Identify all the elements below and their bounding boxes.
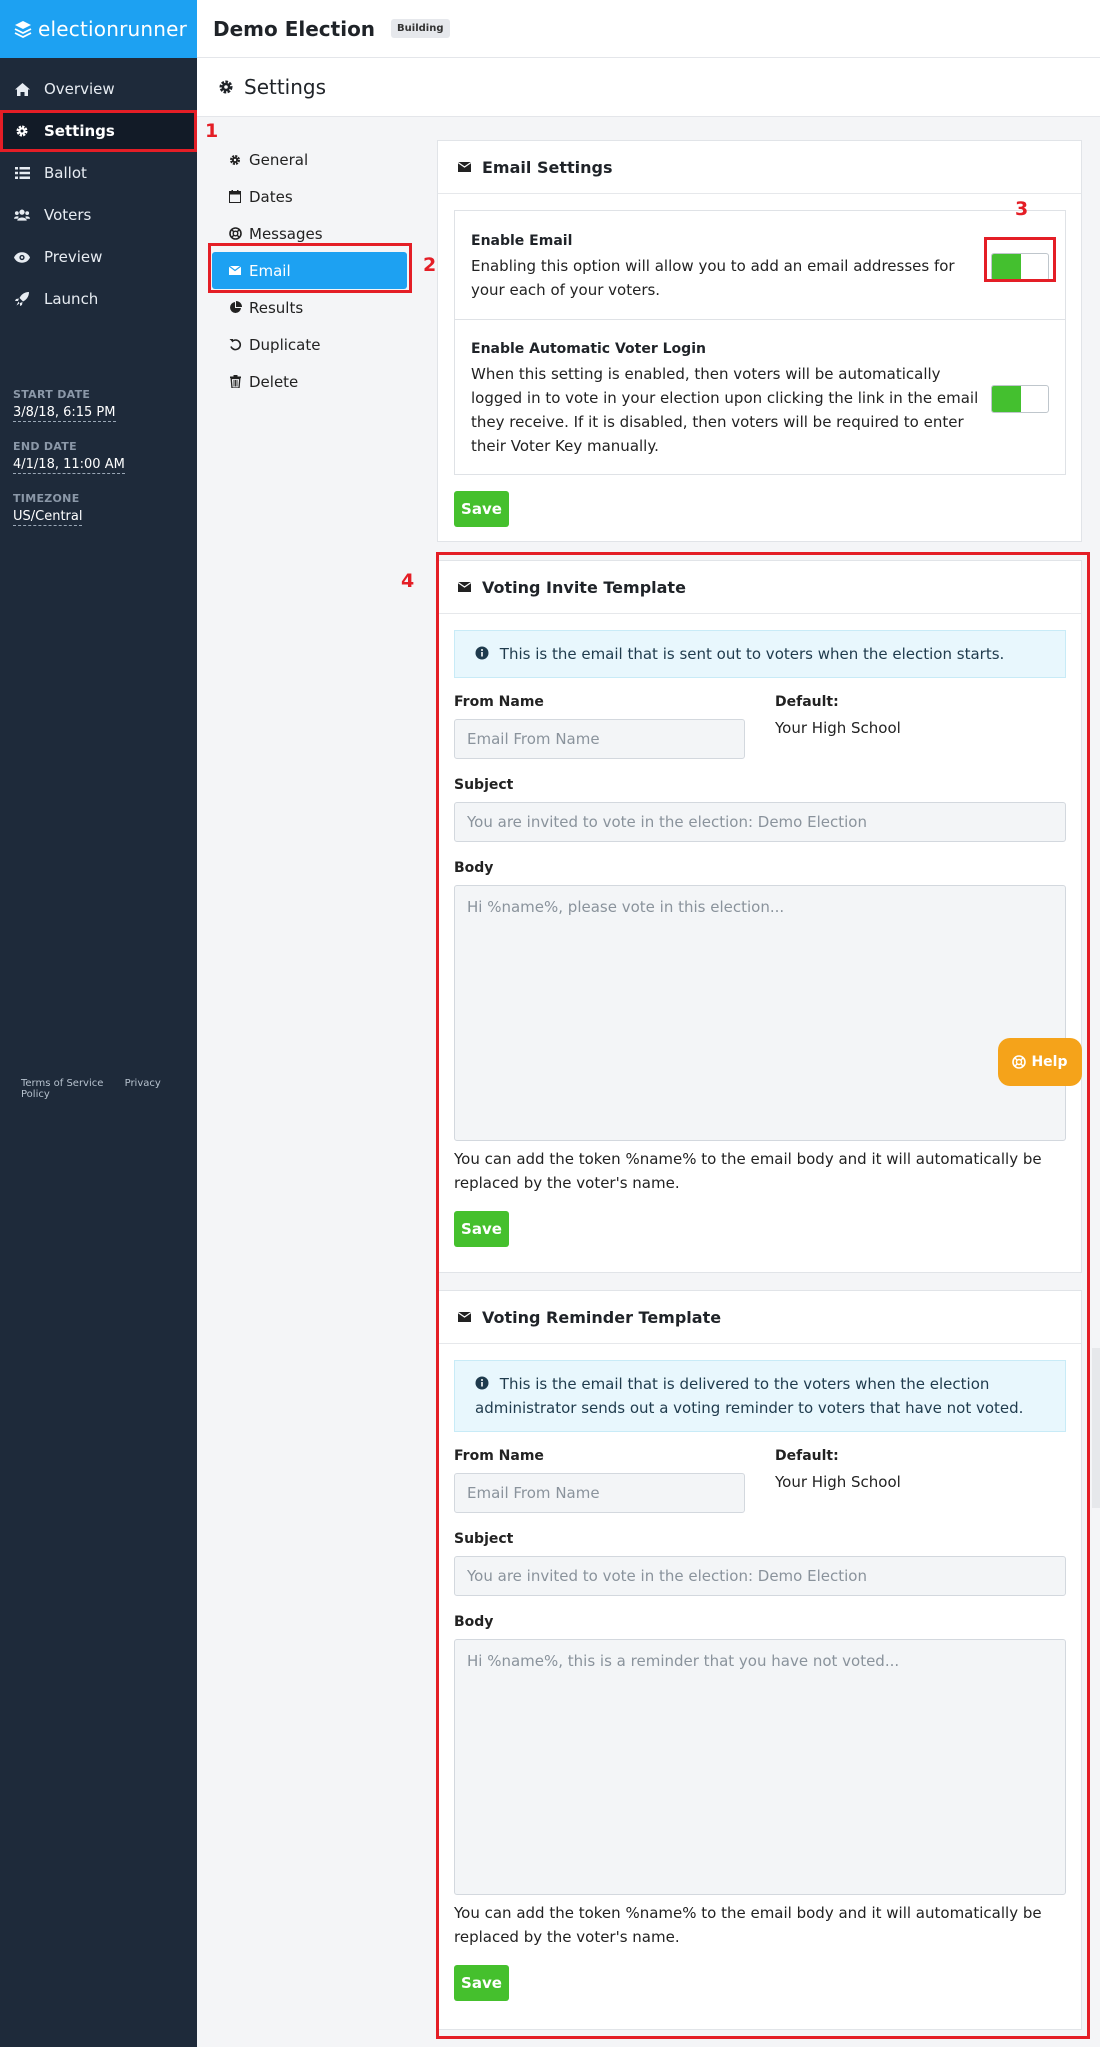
- scrollbar[interactable]: [1092, 1348, 1100, 1508]
- timezone-label: TIMEZONE: [13, 492, 80, 505]
- sidebar-item-label: Ballot: [44, 164, 87, 182]
- toggle-description: When this setting is enabled, then voter…: [471, 364, 979, 455]
- brand-logo[interactable]: electionrunner: [0, 0, 197, 58]
- tab-label: General: [249, 150, 309, 169]
- tab-label: Duplicate: [249, 335, 321, 354]
- tab-results[interactable]: Results: [212, 289, 407, 326]
- sidebar-item-preview[interactable]: Preview: [0, 236, 197, 278]
- election-title: Demo Election: [213, 16, 376, 41]
- calendar-icon: [228, 190, 242, 204]
- annotation-box-2: [208, 243, 412, 293]
- toggle-list: Enable Email Enabling this option will a…: [454, 210, 1066, 475]
- tab-label: Messages: [249, 224, 323, 243]
- toggle-text: Enable Email Enabling this option will a…: [471, 233, 986, 302]
- tab-general[interactable]: General: [212, 141, 407, 178]
- users-icon: [14, 207, 30, 223]
- gear-icon: [218, 79, 234, 95]
- pie-chart-icon: [228, 301, 242, 315]
- toggle-title: Enable Automatic Voter Login: [471, 340, 706, 357]
- end-date: END DATE 4/1/18, 11:00 AM: [13, 440, 197, 474]
- home-icon: [14, 81, 30, 97]
- timezone: TIMEZONE US/Central: [13, 492, 197, 526]
- sidebar-item-label: Voters: [44, 206, 92, 224]
- legal-links: Terms of Service Privacy Policy: [21, 1078, 197, 1100]
- auto-login-row: Enable Automatic Voter Login When this s…: [455, 319, 1065, 474]
- trash-icon: [228, 375, 242, 389]
- panel-header: Email Settings: [438, 141, 1081, 194]
- annotation-box-1: [0, 110, 197, 152]
- save-button[interactable]: Save: [454, 491, 509, 527]
- gear-icon: [228, 153, 242, 167]
- undo-icon: [228, 338, 242, 352]
- sidebar-item-label: Preview: [44, 248, 103, 266]
- layers-icon: [14, 21, 32, 38]
- tab-duplicate[interactable]: Duplicate: [212, 326, 407, 363]
- tab-label: Dates: [249, 187, 293, 206]
- annotation-number-1: 1: [205, 120, 219, 142]
- header: Demo Election Building: [197, 0, 1100, 58]
- end-date-value[interactable]: 4/1/18, 11:00 AM: [13, 457, 125, 474]
- sidebar-item-voters[interactable]: Voters: [0, 194, 197, 236]
- sidebar-item-label: Overview: [44, 80, 115, 98]
- start-date: START DATE 3/8/18, 6:15 PM: [13, 388, 197, 422]
- terms-link[interactable]: Terms of Service: [21, 1078, 103, 1089]
- annotation-number-3: 3: [1015, 198, 1029, 220]
- annotation-box-3: [984, 237, 1056, 282]
- status-badge: Building: [391, 19, 450, 38]
- election-meta: START DATE 3/8/18, 6:15 PM END DATE 4/1/…: [0, 388, 197, 526]
- toggle-text: Enable Automatic Voter Login When this s…: [471, 341, 986, 458]
- eye-icon: [14, 249, 30, 265]
- rocket-icon: [14, 291, 30, 307]
- enable-email-row: Enable Email Enabling this option will a…: [455, 211, 1065, 319]
- tab-dates[interactable]: Dates: [212, 178, 407, 215]
- sidebar: electionrunner Overview Settings Ballot …: [0, 0, 197, 2047]
- toggle-title: Enable Email: [471, 232, 573, 249]
- toggle-description: Enabling this option will allow you to a…: [471, 256, 955, 299]
- timezone-value[interactable]: US/Central: [13, 509, 83, 526]
- lifebuoy-icon: [228, 227, 242, 241]
- sidebar-item-label: Launch: [44, 290, 99, 308]
- sidebar-item-ballot[interactable]: Ballot: [0, 152, 197, 194]
- sidebar-item-overview[interactable]: Overview: [0, 68, 197, 110]
- sidebar-item-launch[interactable]: Launch: [0, 278, 197, 320]
- annotation-number-2: 2: [423, 254, 437, 276]
- end-date-label: END DATE: [13, 440, 77, 453]
- annotation-box-4: [436, 552, 1090, 2039]
- email-settings-panel: Email Settings Enable Email Enabling thi…: [437, 140, 1082, 542]
- start-date-value[interactable]: 3/8/18, 6:15 PM: [13, 405, 116, 422]
- page-header: Settings: [197, 58, 1100, 117]
- page-title: Settings: [244, 75, 327, 99]
- sidebar-nav: Overview Settings Ballot Voters Preview: [0, 68, 197, 320]
- brand-name: electionrunner: [38, 17, 188, 41]
- list-icon: [14, 165, 30, 181]
- tab-label: Results: [249, 298, 304, 317]
- start-date-label: START DATE: [13, 388, 91, 401]
- tab-label: Delete: [249, 372, 299, 391]
- envelope-icon: [458, 162, 472, 172]
- tab-delete[interactable]: Delete: [212, 363, 407, 400]
- panel-title: Email Settings: [482, 157, 613, 177]
- auto-login-toggle[interactable]: [991, 385, 1049, 413]
- annotation-number-4: 4: [401, 570, 415, 592]
